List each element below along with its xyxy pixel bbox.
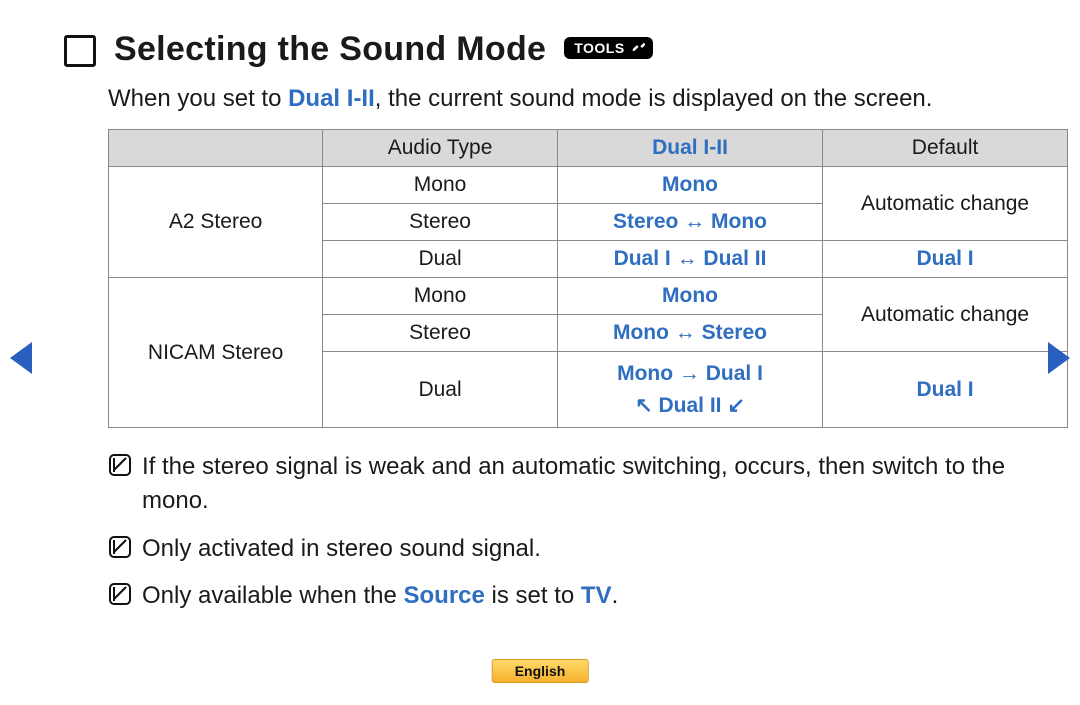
- tools-icon: [631, 41, 645, 55]
- th-audio-type: Audio Type: [323, 130, 558, 167]
- cell-a2-r1-audio: Mono: [323, 167, 558, 204]
- table-header-row: Audio Type Dual I-II Default: [109, 130, 1068, 167]
- th-default: Default: [823, 130, 1068, 167]
- cell-a2-r3-audio: Dual: [323, 241, 558, 278]
- note-icon: [108, 535, 132, 559]
- notes-section: If the stereo signal is weak and an auto…: [108, 450, 1020, 612]
- cell-nicam-r3-audio: Dual: [323, 352, 558, 428]
- tools-badge-label: TOOLS: [574, 40, 624, 56]
- cell-a2-r2-dual: Stereo ↔ Mono: [557, 204, 822, 241]
- language-label: English: [515, 663, 566, 679]
- intro-after: , the current sound mode is displayed on…: [375, 85, 933, 112]
- nav-next-arrow-icon[interactable]: [1048, 342, 1070, 374]
- note-1-text: If the stereo signal is weak and an auto…: [142, 450, 1020, 517]
- table-row: A2 Stereo Mono Mono Automatic change: [109, 167, 1068, 204]
- th-dual: Dual I-II: [557, 130, 822, 167]
- cell-nicam-r2-dual: Mono ↔ Stereo: [557, 315, 822, 352]
- cell-a2-r2-audio: Stereo: [323, 204, 558, 241]
- cell-a2-r3-dual: Dual I ↔ Dual II: [557, 241, 822, 278]
- nav-prev-arrow-icon[interactable]: [10, 342, 32, 374]
- cell-nicam-r1-audio: Mono: [323, 278, 558, 315]
- cell-nicam-r2-audio: Stereo: [323, 315, 558, 352]
- cell-nicam-r3-dual: Mono → Dual I ↖ Dual II ↙: [557, 352, 822, 428]
- table-row: NICAM Stereo Mono Mono Automatic change: [109, 278, 1068, 315]
- note-icon: [108, 582, 132, 606]
- note-1: If the stereo signal is weak and an auto…: [108, 450, 1020, 517]
- cell-nicam-r1-dual: Mono: [557, 278, 822, 315]
- intro-highlight: Dual I-II: [288, 85, 375, 112]
- intro-text: When you set to Dual I-II, the current s…: [108, 83, 1020, 115]
- cell-nicam-r1-def: Automatic change: [823, 278, 1068, 352]
- tools-badge: TOOLS: [564, 37, 652, 59]
- cell-a2-r1-def: Automatic change: [823, 167, 1068, 241]
- cell-a2-label: A2 Stereo: [109, 167, 323, 278]
- th-blank: [109, 130, 323, 167]
- language-button[interactable]: English: [492, 659, 589, 683]
- sound-mode-table: Audio Type Dual I-II Default A2 Stereo M…: [108, 129, 1068, 428]
- note-3: Only available when the Source is set to…: [108, 579, 1020, 613]
- note-2: Only activated in stereo sound signal.: [108, 532, 1020, 566]
- note-icon: [108, 453, 132, 477]
- page-title: Selecting the Sound Mode: [114, 30, 546, 69]
- intro-before: When you set to: [108, 85, 288, 112]
- cell-nicam-label: NICAM Stereo: [109, 278, 323, 428]
- cell-a2-r1-dual: Mono: [557, 167, 822, 204]
- note-3-text: Only available when the Source is set to…: [142, 579, 618, 613]
- cell-a2-r3-def: Dual I: [823, 241, 1068, 278]
- note-2-text: Only activated in stereo sound signal.: [142, 532, 541, 566]
- section-bullet-icon: [64, 35, 96, 67]
- cell-nicam-r3-def: Dual I: [823, 352, 1068, 428]
